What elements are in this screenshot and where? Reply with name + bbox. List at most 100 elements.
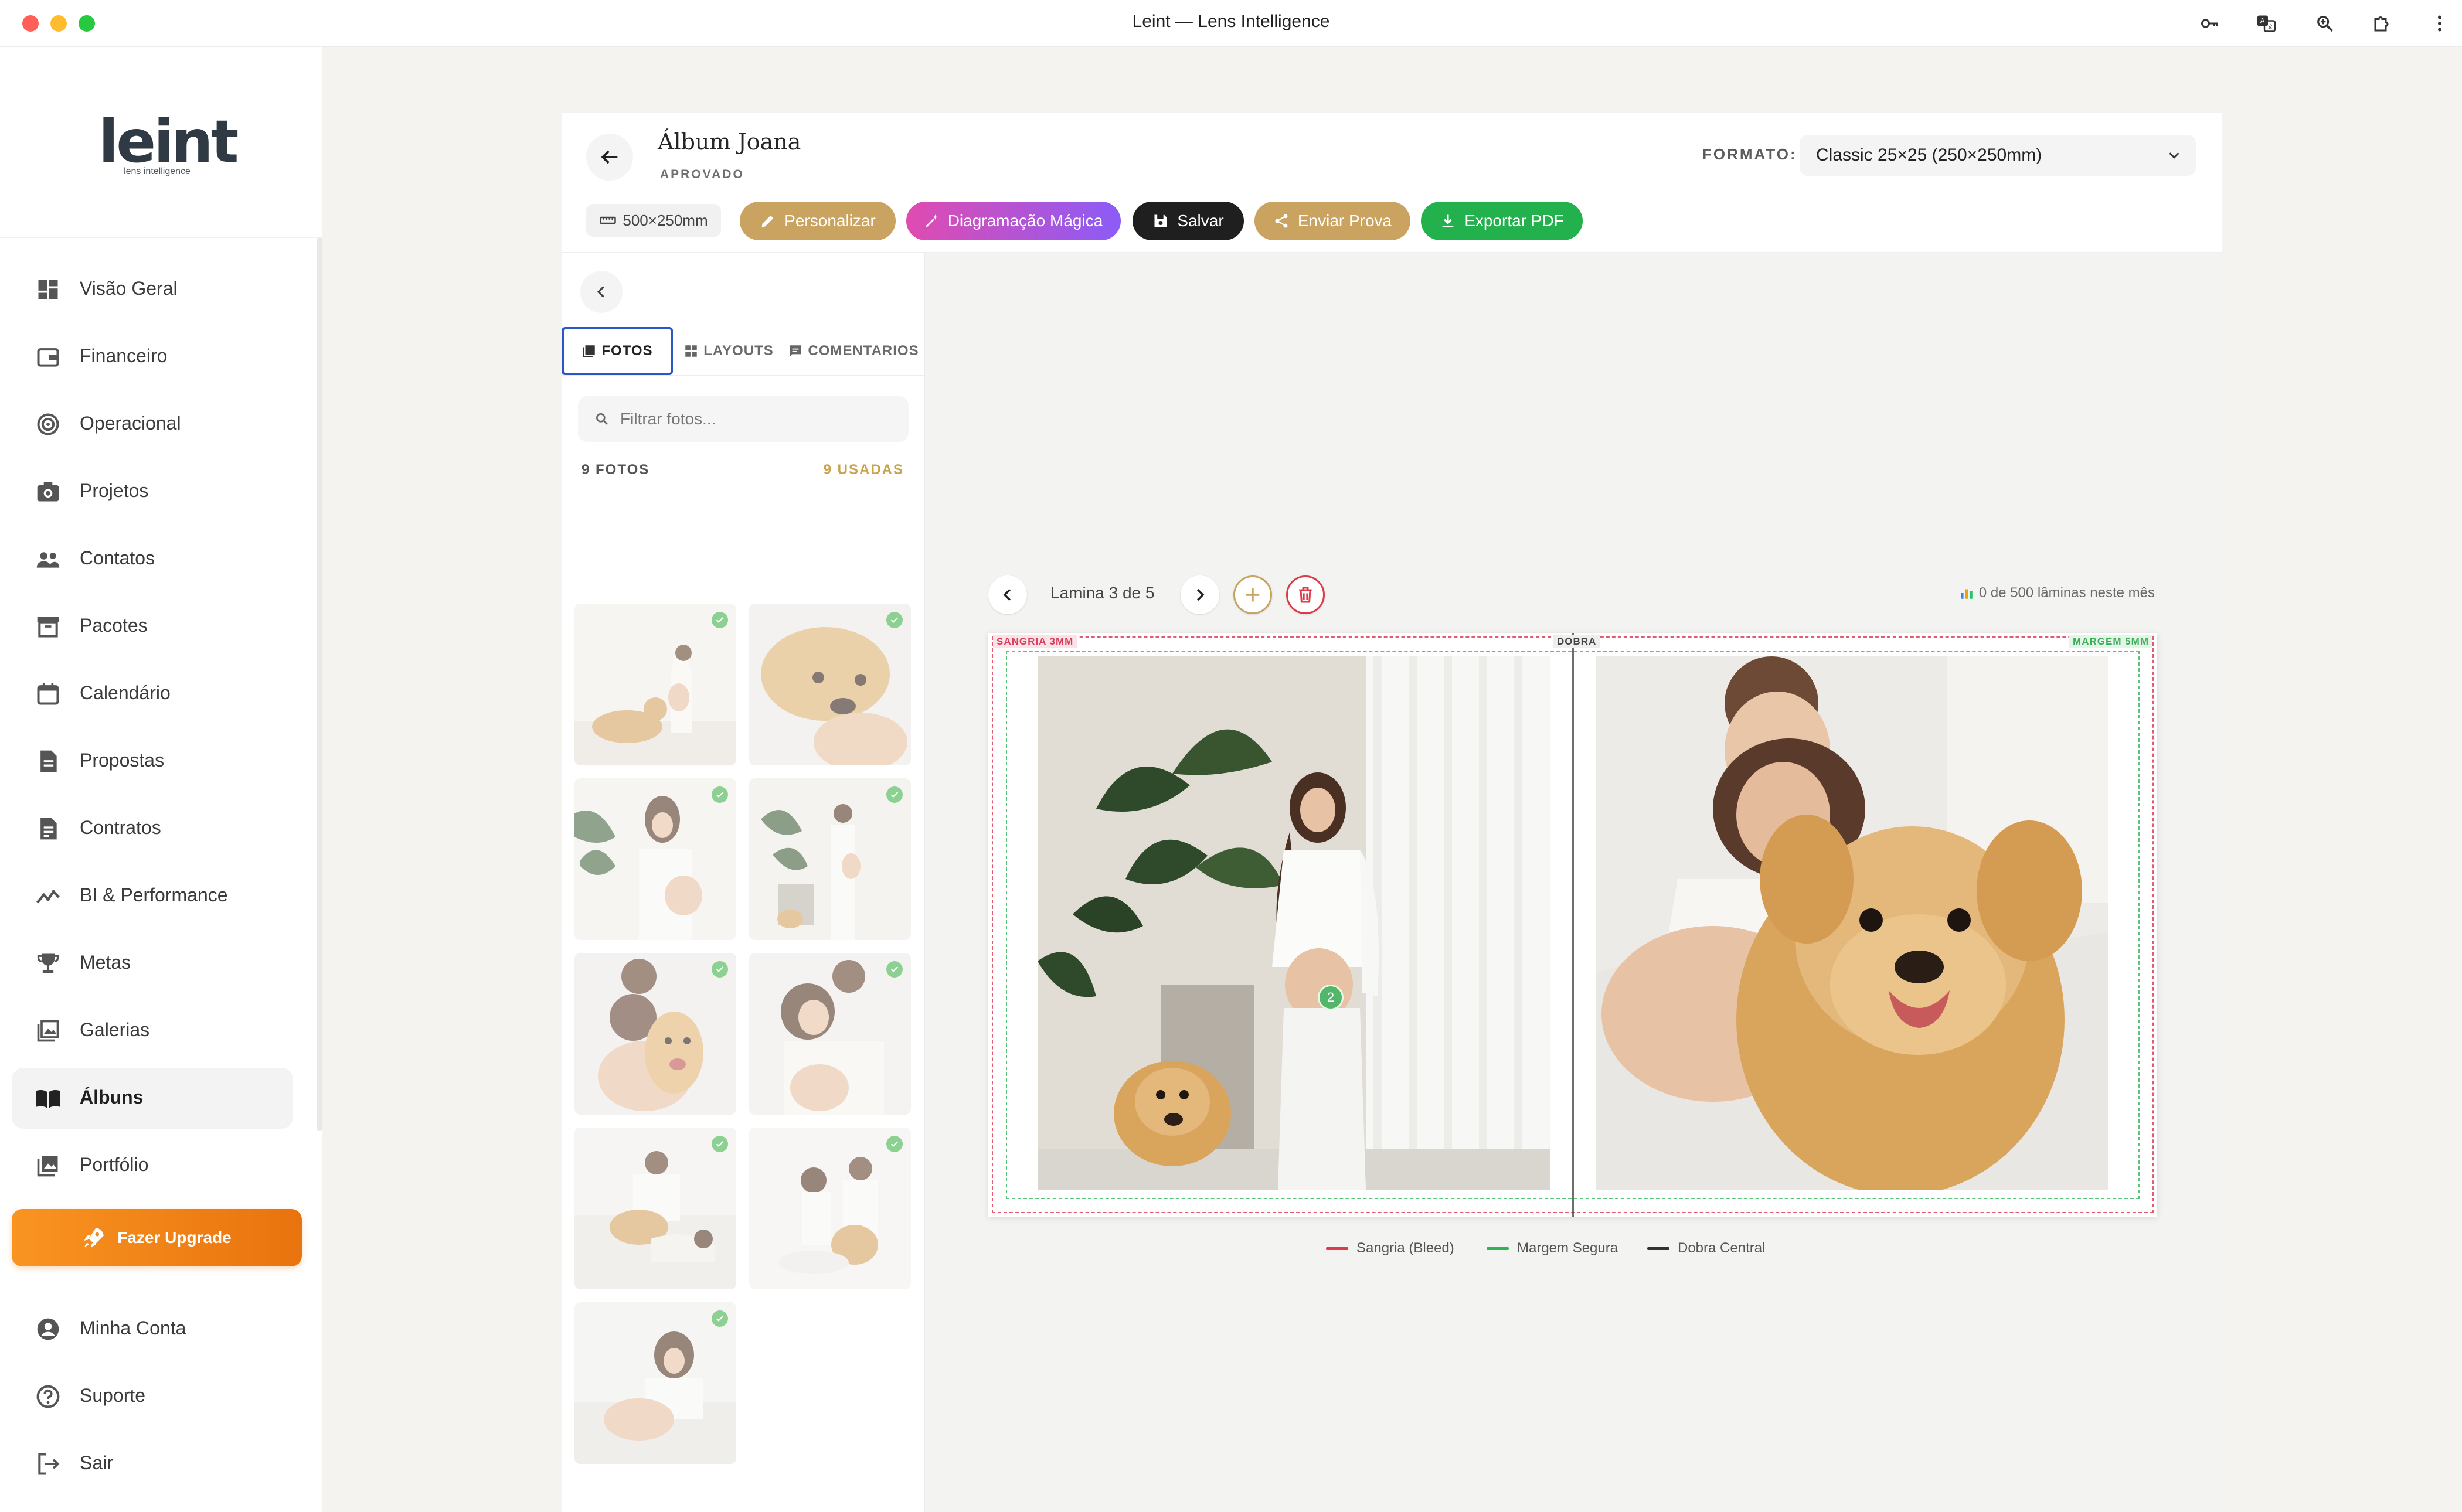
- comment-icon: [790, 345, 802, 357]
- key-icon[interactable]: [2197, 11, 2223, 36]
- sidebar-item-label: Portfólio: [80, 1154, 149, 1175]
- export-pdf-button[interactable]: Exportar PDF: [1421, 202, 1583, 240]
- arrow-left-icon: [601, 150, 618, 164]
- center-fold-guide: [1572, 633, 1574, 1217]
- sidebar-item-minha-conta[interactable]: Minha Conta: [12, 1299, 293, 1360]
- sidebar-item-bi-performance[interactable]: BI & Performance: [12, 866, 293, 927]
- zoom-icon[interactable]: [2312, 11, 2338, 36]
- sidebar-item-label: Operacional: [80, 413, 181, 434]
- sidebar-item-contatos[interactable]: Contatos: [12, 529, 293, 590]
- sidebar-item-sair[interactable]: Sair: [12, 1433, 293, 1494]
- photo-thumbnail[interactable]: [574, 1302, 736, 1464]
- sidebar-item-propostas[interactable]: Propostas: [12, 731, 293, 792]
- photo-thumbnail[interactable]: [574, 1128, 736, 1289]
- sidebar-item-label: Projetos: [80, 480, 149, 501]
- sidebar-item-label: Galerias: [80, 1019, 150, 1040]
- tabs-divider: [562, 375, 925, 376]
- tab-layouts[interactable]: LAYOUTS: [679, 327, 778, 375]
- window-title: Leint — Lens Intelligence: [1132, 12, 1330, 31]
- trophy-icon: [37, 953, 59, 973]
- window-titlebar: Leint — Lens Intelligence A文: [0, 0, 2462, 47]
- logout-icon: [38, 1453, 60, 1475]
- brand-name: leint: [98, 107, 239, 176]
- rocket-icon: [84, 1228, 104, 1248]
- share-icon: [1275, 214, 1288, 228]
- sidebar-item-label: Álbuns: [80, 1087, 144, 1108]
- chevron-left-icon: [597, 286, 604, 298]
- translate-icon[interactable]: A文: [2253, 11, 2279, 36]
- album-title: Álbum Joana: [658, 129, 801, 155]
- sidebar-item-contratos[interactable]: Contratos: [12, 798, 293, 859]
- send-proof-button[interactable]: Enviar Prova: [1254, 202, 1410, 240]
- photo-thumbnail[interactable]: [749, 953, 911, 1115]
- magic-wand-icon: [925, 214, 938, 227]
- sidebar-item-suporte[interactable]: Suporte: [12, 1366, 293, 1427]
- sidebar-item-label: Sair: [80, 1452, 113, 1473]
- book-icon: [36, 1089, 60, 1108]
- used-check-icon: [886, 961, 903, 978]
- sidebar-item-albuns[interactable]: Álbuns: [12, 1068, 293, 1129]
- photo-thumbnail[interactable]: [574, 953, 736, 1115]
- photo-thumbnail[interactable]: [749, 1128, 911, 1289]
- tab-fotos[interactable]: FOTOS: [562, 327, 673, 375]
- sidebar-item-portfolio[interactable]: Portfólio: [12, 1135, 293, 1196]
- spread-size-text: 500×250mm: [623, 211, 708, 229]
- photos-icon: [583, 345, 596, 357]
- sidebar-item-visao-geral[interactable]: Visão Geral: [12, 259, 293, 320]
- extensions-icon[interactable]: [2369, 11, 2395, 36]
- chevron-right-icon: [1197, 589, 1205, 601]
- brand-logo[interactable]: leint lens intelligence: [98, 107, 239, 177]
- filter-photos-input[interactable]: Filtrar fotos...: [578, 396, 909, 442]
- more-menu-icon[interactable]: [2427, 11, 2453, 36]
- tab-comentarios[interactable]: COMENTARIOS: [784, 327, 923, 375]
- sidebar-scrollbar[interactable]: [317, 237, 322, 1131]
- used-check-icon: [886, 612, 903, 628]
- magic-layout-button[interactable]: Diagramação Mágica: [906, 202, 1121, 240]
- previous-spread-button[interactable]: [988, 575, 1027, 614]
- delete-spread-button[interactable]: [1286, 575, 1325, 614]
- margin-tag: MARGEM 5MM: [2069, 635, 2152, 648]
- back-button[interactable]: [586, 134, 633, 181]
- legend-fold-swatch: [1647, 1247, 1669, 1250]
- download-icon: [1442, 214, 1454, 227]
- tab-label: COMENTARIOS: [808, 343, 919, 359]
- album-spread[interactable]: 2 SANGRIA 3MM DOBRA MARGEM 5MM: [988, 633, 2157, 1217]
- sidebar-item-metas[interactable]: Metas: [12, 933, 293, 994]
- sidebar-item-pacotes[interactable]: Pacotes: [12, 596, 293, 657]
- export-pdf-label: Exportar PDF: [1464, 212, 1564, 230]
- floppy-icon: [1154, 214, 1167, 227]
- document-icon: [40, 750, 57, 772]
- legend-fold-label: Dobra Central: [1678, 1240, 1766, 1256]
- format-select[interactable]: Classic 25×25 (250×250mm): [1800, 135, 2196, 176]
- sidebar-item-projetos[interactable]: Projetos: [12, 461, 293, 522]
- photo-thumbnail[interactable]: [749, 604, 911, 765]
- send-proof-label: Enviar Prova: [1297, 212, 1392, 230]
- format-label: FORMATO:: [1702, 145, 1797, 163]
- next-spread-button[interactable]: [1181, 575, 1219, 614]
- dashboard-icon: [38, 280, 58, 299]
- personalize-button[interactable]: Personalizar: [740, 202, 896, 240]
- sidebar-item-label: Contatos: [80, 547, 155, 568]
- photo-thumbnail[interactable]: [574, 778, 736, 940]
- sidebar-item-financeiro[interactable]: Financeiro: [12, 326, 293, 387]
- photo-thumbnail[interactable]: [574, 604, 736, 765]
- spread-indicator: Lamina 3 de 5: [1050, 584, 1155, 602]
- photo-thumbnail[interactable]: [749, 778, 911, 940]
- sidebar-item-galerias[interactable]: Galerias: [12, 1000, 293, 1061]
- sidebar-item-label: Propostas: [80, 750, 165, 771]
- bar-chart-icon: [1961, 589, 1973, 599]
- save-button[interactable]: Salvar: [1133, 202, 1244, 240]
- target-icon: [37, 413, 59, 435]
- photo-count: 9 FOTOS: [582, 462, 650, 478]
- sidebar-item-label: Visão Geral: [80, 278, 178, 299]
- sidebar-item-operacional[interactable]: Operacional: [12, 394, 293, 455]
- add-spread-button[interactable]: [1233, 575, 1272, 614]
- upgrade-button[interactable]: Fazer Upgrade: [12, 1209, 302, 1266]
- legend-safe-swatch: [1487, 1247, 1509, 1250]
- collapse-panel-button[interactable]: [580, 271, 623, 313]
- tab-label: LAYOUTS: [703, 343, 774, 359]
- sidebar-item-calendario[interactable]: Calendário: [12, 663, 293, 724]
- tab-label: FOTOS: [601, 343, 653, 359]
- sidebar-divider: [0, 237, 322, 238]
- used-check-icon: [712, 786, 728, 803]
